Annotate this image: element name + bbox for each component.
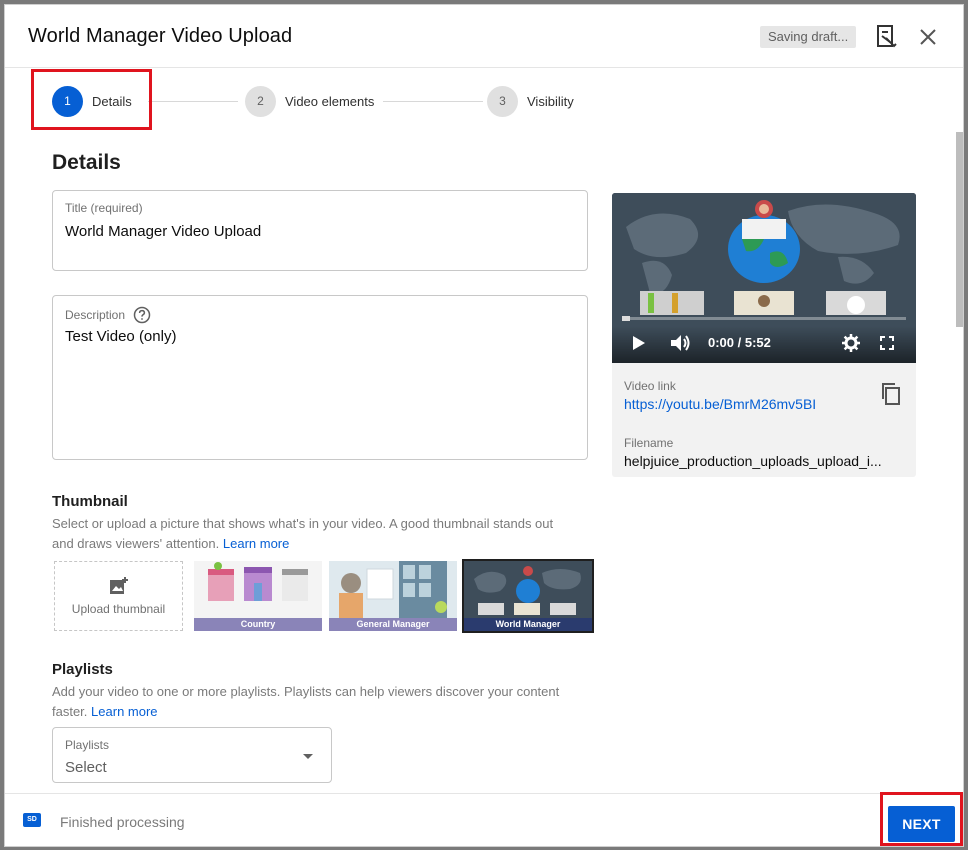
description-field-label-row: Description <box>65 306 151 324</box>
copy-icon <box>882 383 900 405</box>
section-title: Details <box>52 151 121 174</box>
step-label: Video elements <box>285 93 375 109</box>
description-field-label: Description <box>65 308 126 322</box>
thumbnail-option-country[interactable]: Country <box>194 561 322 631</box>
description-field[interactable]: Description Test Video (only) <box>52 295 588 460</box>
video-preview-card: 0:00 / 5:52 Video link https://youtu.be/… <box>612 193 916 477</box>
thumbnail-caption: General Manager <box>329 618 457 631</box>
step-visibility[interactable]: 3 Visibility <box>487 85 574 117</box>
next-highlight-box <box>880 792 963 846</box>
filename-value: helpjuice_production_uploads_upload_i... <box>624 453 882 469</box>
thumbnail-description-text: Select or upload a picture that shows wh… <box>52 516 554 551</box>
copy-link-button[interactable] <box>880 382 902 406</box>
video-player[interactable]: 0:00 / 5:52 <box>612 193 916 363</box>
dialog-header: World Manager Video Upload Saving draft.… <box>5 5 963 68</box>
video-link[interactable]: https://youtu.be/BmrM26mv5BI <box>624 396 816 412</box>
thumbnail-heading: Thumbnail <box>52 493 128 510</box>
gear-icon[interactable] <box>842 334 860 352</box>
add-image-icon <box>109 577 128 594</box>
thumbnail-option-general-manager[interactable]: General Manager <box>329 561 457 631</box>
playlists-select[interactable]: Playlists Select <box>52 727 332 783</box>
thumbnail-options: Upload thumbnail Country General Manager… <box>52 557 594 633</box>
thumbnail-learn-more-link[interactable]: Learn more <box>223 536 289 551</box>
upload-thumbnail-label: Upload thumbnail <box>71 602 166 616</box>
details-content: Details Title (required) World Manager V… <box>5 132 963 793</box>
title-field-value[interactable]: World Manager Video Upload <box>65 223 261 240</box>
step-video-elements[interactable]: 2 Video elements <box>245 85 374 117</box>
sd-badge: SD <box>23 813 41 827</box>
playlists-learn-more-link[interactable]: Learn more <box>91 704 157 719</box>
saving-status-badge: Saving draft... <box>760 26 857 48</box>
step-number: 2 <box>245 85 276 117</box>
play-icon[interactable] <box>632 335 646 351</box>
thumbnail-option-world-manager[interactable]: World Manager <box>462 559 594 633</box>
volume-icon[interactable] <box>670 334 692 352</box>
step-number: 3 <box>487 85 518 117</box>
playlists-heading: Playlists <box>52 661 113 678</box>
feedback-button[interactable] <box>876 24 898 50</box>
video-link-label: Video link <box>624 379 676 393</box>
chevron-down-icon <box>303 754 313 759</box>
help-icon[interactable] <box>133 306 151 324</box>
step-connector <box>148 101 238 102</box>
dialog-title: World Manager Video Upload <box>28 25 293 47</box>
step-connector <box>383 101 483 102</box>
video-progress-handle[interactable] <box>622 316 630 321</box>
thumbnail-caption: World Manager <box>464 618 592 631</box>
dialog-footer: SD Finished processing NEXT <box>5 793 963 846</box>
step-label: Visibility <box>527 93 574 109</box>
title-field[interactable]: Title (required) World Manager Video Upl… <box>52 190 588 271</box>
content-scrollbar[interactable] <box>956 132 963 327</box>
fullscreen-icon[interactable] <box>880 336 894 350</box>
title-field-label: Title (required) <box>65 201 143 215</box>
thumbnail-caption: Country <box>194 618 322 631</box>
close-button[interactable] <box>917 26 939 48</box>
close-icon <box>920 29 936 45</box>
processing-status: Finished processing <box>60 814 185 830</box>
playlists-select-label: Playlists <box>65 738 110 752</box>
description-field-value[interactable]: Test Video (only) <box>65 328 176 345</box>
feedback-icon <box>877 25 897 48</box>
details-highlight-box <box>31 69 152 130</box>
thumbnail-description: Select or upload a picture that shows wh… <box>52 514 577 554</box>
upload-thumbnail-button[interactable]: Upload thumbnail <box>54 561 183 631</box>
playlists-select-value: Select <box>65 759 107 776</box>
video-progress-bar[interactable] <box>622 316 906 321</box>
video-time: 0:00 / 5:52 <box>708 335 771 350</box>
upload-dialog: World Manager Video Upload Saving draft.… <box>5 5 963 846</box>
playlists-description: Add your video to one or more playlists.… <box>52 682 577 722</box>
filename-label: Filename <box>624 436 674 450</box>
